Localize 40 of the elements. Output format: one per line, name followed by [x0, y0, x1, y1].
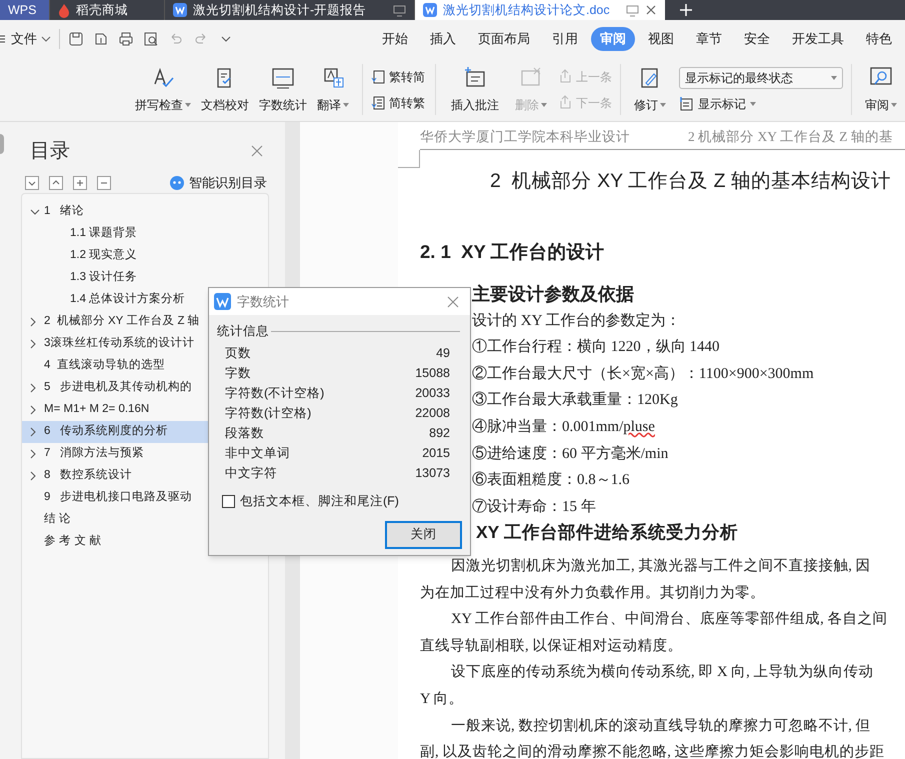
- stat-value: 20033: [415, 385, 450, 402]
- paragraph-line: 一般来说, 数控切割机床的滚动直线导轨的摩擦力可忽略不计, 但: [450, 716, 872, 736]
- stat-value: 2015: [422, 445, 450, 462]
- paragraph-line: 设下底座的传动系统为横向传动系统, 即 X 向, 上导轨为纵向传动: [450, 662, 874, 682]
- stat-label: 字符数(不计空格): [225, 385, 324, 402]
- dialog-title: 字数统计: [237, 292, 290, 311]
- paragraph-line: Y 向。: [420, 690, 465, 709]
- stat-value: 22008: [415, 405, 450, 422]
- text-line: 设计的 XY 工作台的参数定为：: [472, 311, 682, 331]
- group-label: 统计信息: [217, 323, 269, 340]
- chapter-heading: 2 机械部分 XY 工作台及 Z 轴的基本结构设计: [490, 169, 891, 194]
- subsection-heading: 主要设计参数及依据: [472, 283, 635, 306]
- page-header-text: 2 机械部分 XY 工作台及 Z 轴的基: [688, 128, 893, 146]
- text-line: ③工作台最大承载重量：120Kg: [472, 390, 679, 410]
- text-line: ④脉冲当量：0.001mm/pluse: [472, 418, 656, 437]
- stat-label: 页数: [225, 345, 251, 362]
- stat-label: 字数: [225, 365, 251, 382]
- text-line: ⑤进给速度：60 平方毫米/min: [472, 444, 670, 464]
- subsection-heading: XY 工作台部件进给系统受力分析: [476, 521, 738, 544]
- stat-label: 中文字符: [225, 465, 277, 482]
- panel-title: 目录: [30, 139, 70, 164]
- stat-value: 15088: [415, 365, 450, 382]
- stat-label: 字符数(计空格): [225, 405, 312, 422]
- paragraph-line: 直线导轨副相联, 以保证相对运动精度。: [420, 636, 684, 656]
- text-line: ②工作台最大尺寸（长×宽×高）：1100×900×300mm: [472, 364, 814, 384]
- checkbox-label: 包括文本框、脚注和尾注(F): [240, 492, 399, 510]
- text-line: ⑥表面粗糙度：0.8～1.6: [472, 470, 630, 490]
- paragraph-line: 因激光切割机床为激光加工, 其激光器与工件之间不直接接触, 因: [450, 556, 872, 576]
- stat-value: 13073: [415, 465, 450, 482]
- paragraph-line: XY 工作台部件由工作台、中间滑台、底座等零部件组成, 各自之间: [450, 610, 888, 630]
- section-heading: 2. 1 XY 工作台的设计: [420, 240, 605, 264]
- stat-label: 非中文单词: [225, 445, 290, 462]
- stat-label: 段落数: [225, 425, 264, 442]
- text-line: ①工作台行程：横向 1220，纵向 1440: [472, 338, 720, 358]
- text-line: ⑦设计寿命：15 年: [472, 498, 597, 517]
- paragraph-line: 副, 以及齿轮之间的滑动摩擦不能忽略, 这些摩擦力矩会影响电机的步距: [420, 742, 886, 759]
- paragraph-line: 为在加工过程中没有外力负载作用。其切削力为零。: [420, 584, 766, 603]
- stat-value: 892: [429, 425, 450, 442]
- stat-value: 49: [436, 345, 450, 362]
- page-header-text: 华侨大学厦门工学院本科毕业设计: [420, 128, 630, 146]
